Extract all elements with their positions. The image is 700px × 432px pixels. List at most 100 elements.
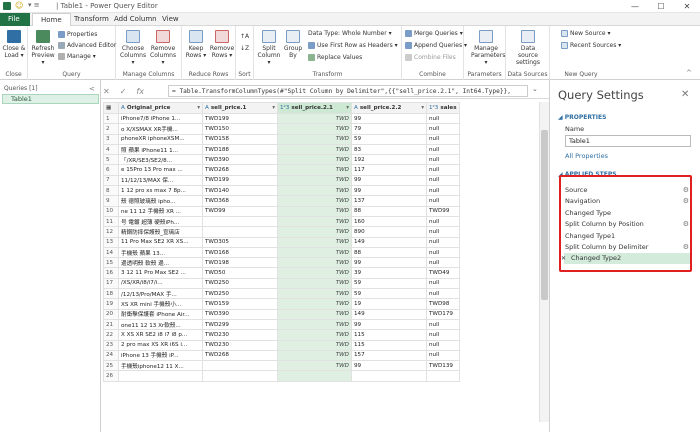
row-number[interactable]: 5 bbox=[103, 154, 119, 166]
table-cell[interactable]: 115 bbox=[351, 329, 427, 341]
table-cell[interactable]: TWD bbox=[277, 277, 352, 290]
sort-descending-icon[interactable]: ↓Z bbox=[240, 44, 249, 54]
table-row[interactable]: 24 iPhone 13 手機殼 iP... TWD268 TWD 157 null bbox=[103, 349, 460, 362]
row-number[interactable]: 24 bbox=[103, 349, 119, 362]
table-cell[interactable]: TWD bbox=[277, 112, 352, 125]
row-number[interactable]: 3 bbox=[103, 133, 119, 145]
table-row[interactable]: 26 bbox=[103, 370, 460, 382]
properties-section-header[interactable]: ◢ PROPERTIES bbox=[558, 114, 606, 121]
append-queries-button[interactable]: Append Queries ▾ bbox=[405, 41, 467, 51]
table-cell[interactable]: TWD bbox=[277, 236, 352, 248]
table-cell[interactable]: /XS/XR/i8/i7/i... bbox=[118, 277, 203, 290]
row-number[interactable]: 19 bbox=[103, 298, 119, 310]
table-cell[interactable]: TWD bbox=[277, 318, 352, 331]
table-cell[interactable]: TWD179 bbox=[426, 308, 460, 320]
table-cell[interactable]: TWD bbox=[277, 298, 352, 310]
table-cell[interactable]: null bbox=[426, 174, 460, 187]
column-filter-icon[interactable]: ▾ bbox=[421, 105, 424, 111]
table-cell[interactable]: TWD188 bbox=[202, 143, 278, 156]
table-cell[interactable]: 59 bbox=[351, 288, 427, 300]
column-filter-icon[interactable]: ▾ bbox=[197, 105, 200, 111]
table-cell[interactable]: null bbox=[426, 226, 460, 238]
table-cell[interactable]: e 15Pro 13 Pro max ... bbox=[118, 164, 203, 176]
table-row[interactable]: 21 one11 12 13 Xr軟殼... TWD299 TWD 99 null bbox=[103, 318, 460, 331]
formula-input[interactable]: = Table.TransformColumnTypes(#"Split Col… bbox=[168, 85, 528, 97]
cancel-formula-icon[interactable]: ✕ bbox=[103, 87, 110, 96]
tab-view[interactable]: View bbox=[154, 13, 187, 26]
table-cell[interactable]: 149 bbox=[351, 308, 427, 320]
table-cell[interactable]: TWD bbox=[277, 195, 352, 207]
table-cell[interactable]: 精鋼防摔保護殼_宣璃店 bbox=[118, 226, 203, 238]
table-cell[interactable]: TWD305 bbox=[202, 236, 278, 248]
vertical-scrollbar[interactable] bbox=[539, 102, 549, 422]
table-cell[interactable]: TWD158 bbox=[202, 133, 278, 145]
table-cell[interactable]: 99 bbox=[351, 174, 427, 187]
row-number[interactable]: 13 bbox=[103, 236, 119, 248]
table-cell[interactable]: 耐衝擊保護套 iPhone Air... bbox=[118, 308, 203, 320]
table-cell[interactable]: 160 bbox=[351, 215, 427, 228]
table-row[interactable]: 23 2 pro max XS XR i6S i... TWD230 TWD 115 nu… bbox=[103, 339, 460, 351]
confirm-formula-icon[interactable]: ✓ bbox=[120, 87, 127, 96]
table-row[interactable]: 13 11 Pro Max SE2 XR XS... TWD305 TWD 149 nul… bbox=[103, 236, 460, 248]
table-cell[interactable]: TWD168 bbox=[202, 246, 278, 259]
table-cell[interactable] bbox=[351, 370, 427, 382]
table-cell[interactable]: TWD bbox=[277, 226, 352, 238]
table-row[interactable]: 22 X XS XR SE2 i8 i7 i8 p... TWD230 TWD 115 n… bbox=[103, 329, 460, 341]
table-row[interactable]: 7 11/12/13/MAX 保... TWD199 TWD 99 null bbox=[103, 174, 460, 187]
table-cell[interactable]: TWD bbox=[277, 154, 352, 166]
table-cell[interactable]: null bbox=[426, 257, 460, 269]
table-cell[interactable]: TWD bbox=[277, 349, 352, 362]
table-cell[interactable]: 99 bbox=[351, 318, 427, 331]
table-cell[interactable]: one11 12 13 Xr軟殼... bbox=[118, 318, 203, 331]
table-cell[interactable]: TWD bbox=[277, 267, 352, 279]
column-type-icon[interactable]: 1²3 bbox=[280, 105, 289, 111]
close-settings-icon[interactable]: ✕ bbox=[681, 89, 689, 100]
table-cell[interactable]: null bbox=[426, 112, 460, 125]
column-header[interactable]: A Original_price ▾ bbox=[118, 102, 203, 114]
table-cell[interactable]: ne 11 12 手機殼 XR ... bbox=[118, 205, 203, 217]
table-cell[interactable]: iPhone 13 手機殼 iP... bbox=[118, 349, 203, 362]
table-cell[interactable]: TWD230 bbox=[202, 339, 278, 351]
table-cell[interactable]: TWD250 bbox=[202, 277, 278, 290]
row-number[interactable]: 23 bbox=[103, 339, 119, 351]
properties-button[interactable]: Properties bbox=[58, 30, 97, 40]
column-header[interactable]: 1²3 sales bbox=[426, 102, 460, 114]
table-cell[interactable]: TWD bbox=[277, 360, 352, 372]
collapse-ribbon-icon[interactable]: ^ bbox=[686, 69, 692, 77]
table-cell[interactable]: TWD bbox=[277, 329, 352, 341]
table-cell[interactable]: null bbox=[426, 236, 460, 248]
row-number[interactable]: 16 bbox=[103, 267, 119, 279]
table-cell[interactable]: null bbox=[426, 164, 460, 176]
table-cell[interactable]: 3 12 11 Pro Max SE2 ... bbox=[118, 267, 203, 279]
column-header[interactable]: Asell_price.1 ▾ bbox=[202, 102, 278, 114]
table-cell[interactable]: TWD250 bbox=[202, 288, 278, 300]
table-cell[interactable]: 192 bbox=[351, 154, 427, 166]
table-cell[interactable]: TWD230 bbox=[202, 329, 278, 341]
table-cell[interactable]: 11 Pro Max SE2 XR XS... bbox=[118, 236, 203, 248]
row-number[interactable]: 9 bbox=[103, 195, 119, 207]
table-cell[interactable]: 88 bbox=[351, 246, 427, 259]
table-cell[interactable] bbox=[426, 370, 460, 382]
table-cell[interactable]: 手機殼iphone12 11 X... bbox=[118, 360, 203, 372]
table-cell[interactable]: TWD bbox=[277, 308, 352, 320]
collapse-queries-icon[interactable]: < bbox=[89, 85, 95, 93]
query-name-input[interactable]: Table1 bbox=[565, 135, 691, 147]
table-cell[interactable]: TWD bbox=[277, 133, 352, 145]
table-cell[interactable]: TWD268 bbox=[202, 164, 278, 176]
table-cell[interactable]: null bbox=[426, 133, 460, 145]
column-header[interactable]: 1²3 sell_price.2.1 ▾ bbox=[277, 102, 352, 114]
table-cell[interactable] bbox=[202, 370, 278, 382]
split-column-button[interactable]: Split Column ▾ bbox=[256, 30, 282, 66]
table-cell[interactable]: null bbox=[426, 277, 460, 290]
row-number[interactable]: 18 bbox=[103, 288, 119, 300]
minimize-button[interactable]: — bbox=[622, 0, 648, 13]
table-cell[interactable]: TWD98 bbox=[426, 298, 460, 310]
row-number[interactable]: 10 bbox=[103, 205, 119, 217]
table-row[interactable]: 14 手機殼 蘋果 13... TWD168 TWD 88 null bbox=[103, 246, 460, 259]
close-load-button[interactable]: Close & Load ▾ bbox=[1, 30, 27, 59]
table-cell[interactable]: TWD bbox=[277, 164, 352, 176]
table-cell[interactable] bbox=[118, 370, 203, 382]
table-cell[interactable]: XS XR mini 手機殼小... bbox=[118, 298, 203, 310]
table-cell[interactable]: 99 bbox=[351, 185, 427, 197]
row-number[interactable]: 12 bbox=[103, 226, 119, 238]
